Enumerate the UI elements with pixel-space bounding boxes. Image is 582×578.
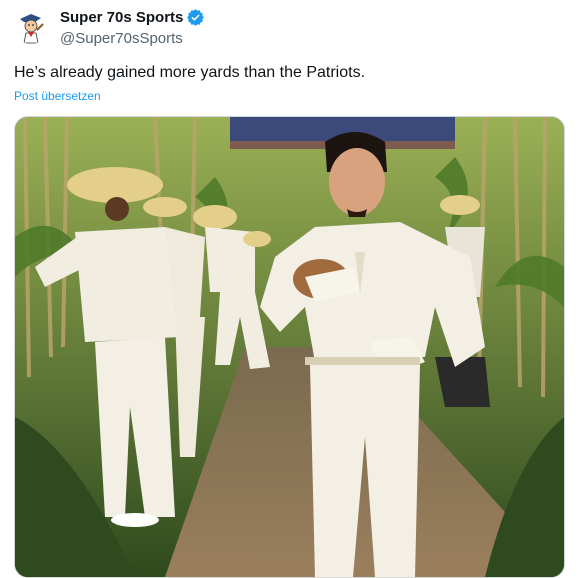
author-handle[interactable]: @Super70sSports: [60, 30, 183, 47]
post-media-photo[interactable]: [14, 116, 565, 578]
tweet-card: Super 70s Sports @Super70sSports He’s al…: [0, 0, 582, 578]
author-name-row: Super 70s Sports: [60, 9, 205, 26]
translate-post-link[interactable]: Post übersetzen: [14, 89, 101, 103]
mascot-avatar-icon: [14, 10, 48, 44]
author-avatar[interactable]: [14, 10, 48, 44]
photo-cornfield-scene: [15, 117, 564, 577]
verified-badge-icon: [187, 9, 205, 26]
post-text: He’s already gained more yards than the …: [14, 64, 366, 81]
author-display-name[interactable]: Super 70s Sports: [60, 9, 183, 26]
